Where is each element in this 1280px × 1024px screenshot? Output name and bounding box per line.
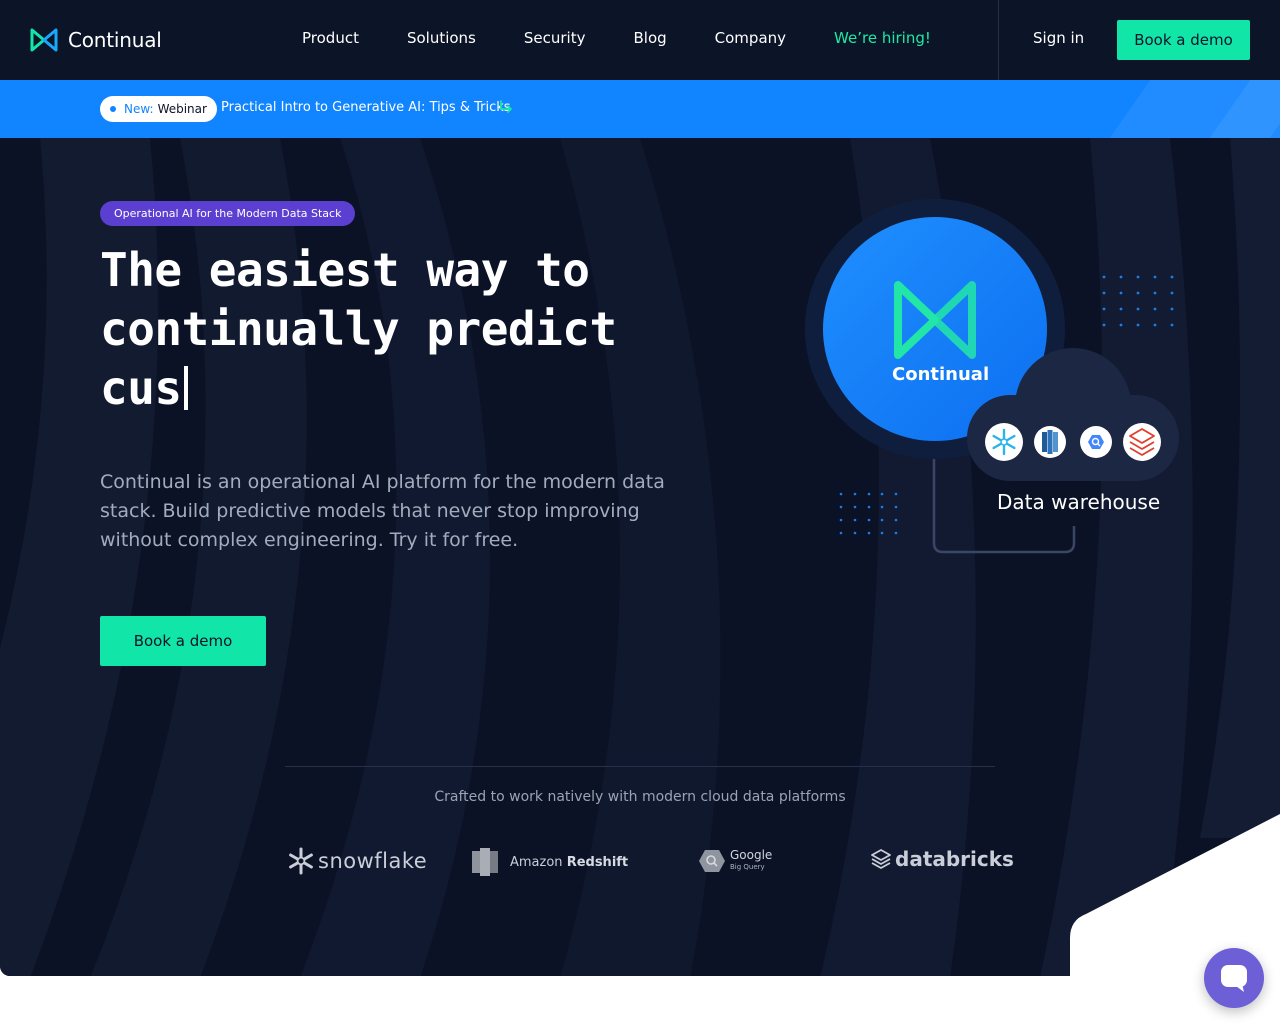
book-demo-button-nav[interactable]: Book a demo [1117,20,1250,60]
partner-snowflake: snowflake [286,846,427,876]
redshift-prefix: Amazon [510,854,563,870]
nav-company[interactable]: Company [715,29,786,47]
continual-logo-icon [30,28,58,52]
bigquery-icon [1080,426,1112,458]
partner-bigquery: Google Big Query [698,848,772,874]
nav-hiring[interactable]: We’re hiring! [834,29,931,47]
partner-databricks: databricks [870,847,1014,871]
badge-new: New: [124,102,154,116]
brand-name: Continual [68,28,162,52]
hero-section: Operational AI for the Modern Data Stack… [0,138,1280,976]
bigquery-wordmark: Google Big Query [730,849,772,873]
nav-product[interactable]: Product [302,29,359,47]
snowflake-wordmark: snowflake [318,849,428,873]
chat-icon [1221,965,1247,992]
platform-diagram [805,199,1280,976]
chat-launcher-button[interactable] [1204,948,1264,1008]
data-warehouse-label: Data warehouse [997,490,1161,514]
databricks-wordmark: databricks [895,847,1014,871]
redshift-name: Redshift [566,854,629,870]
bigquery-text: Big Query [730,863,765,871]
diagram-brand-label: Continual [892,364,990,385]
partner-redshift: Amazon Redshift [470,846,628,878]
databricks-icon [1123,423,1161,461]
partners-divider [285,766,995,767]
snowflake-icon [985,423,1023,461]
brand-logo[interactable]: Continual [30,28,162,52]
dot-grid-top-right [1102,275,1174,327]
redshift-icon [1034,426,1066,458]
dot-grid-left [839,492,898,535]
badge-dot [110,106,116,112]
nav-security[interactable]: Security [524,29,586,47]
announcement-banner[interactable]: New: Webinar Practical Intro to Generati… [0,80,1280,138]
nav-blog[interactable]: Blog [633,29,666,47]
partners-heading: Crafted to work natively with modern clo… [434,789,846,805]
nav-divider [998,0,999,80]
arrow-return-icon [500,100,512,113]
google-text: Google [730,848,773,862]
top-navigation: Continual Product Solutions Security Blo… [0,0,1280,80]
nav-links: Product Solutions Security Blog Company … [302,29,979,47]
nav-solutions[interactable]: Solutions [407,29,476,47]
redshift-logo-icon [472,848,498,876]
badge-type: Webinar [157,102,207,116]
bigquery-logo-icon [699,850,725,872]
snowflake-logo-icon [289,847,313,875]
banner-link-text[interactable]: Practical Intro to Generative AI: Tips &… [221,100,511,115]
databricks-logo-icon [871,849,891,869]
sign-in-link[interactable]: Sign in [1033,29,1084,47]
webinar-badge: New: Webinar [100,96,217,122]
